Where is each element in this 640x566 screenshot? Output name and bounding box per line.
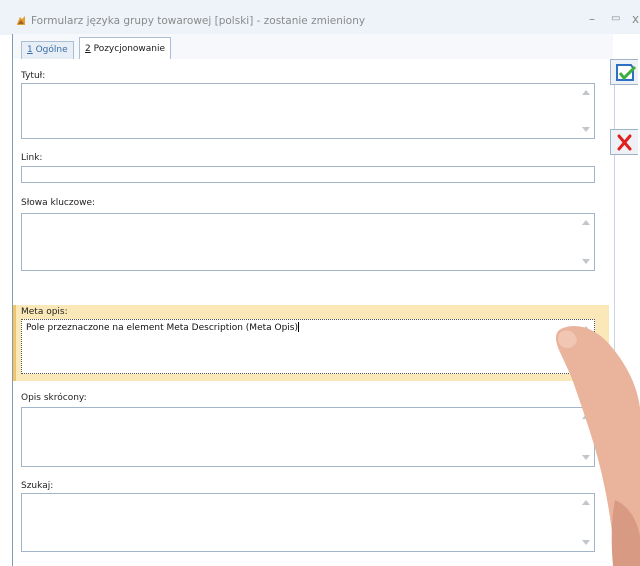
window-title: Formularz języka grupy towarowej [polski… [31, 15, 366, 27]
tab-panel-pozycjonowanie: Tytuł: Link: Słowa kluczowe: Meta opis: … [13, 59, 615, 566]
scroll-up-icon[interactable] [582, 220, 590, 225]
text-caret [298, 322, 300, 332]
cancel-button[interactable] [610, 129, 638, 155]
szukaj-textarea[interactable] [21, 493, 595, 552]
meta-opis-value: Pole przeznaczone na element Meta Descri… [26, 323, 299, 333]
slowa-kluczowe-label: Słowa kluczowe: [21, 198, 96, 208]
link-input[interactable] [21, 166, 595, 183]
tab-pozycjonowanie[interactable]: 2 Pozycjonowanie [79, 37, 172, 60]
maximize-button[interactable]: ▭ [611, 12, 620, 26]
save-check-icon [616, 64, 637, 81]
tab-ogolne[interactable]: 1 Ogólne [21, 41, 74, 59]
title-bar: Formularz języka grupy towarowej [polski… [0, 0, 640, 35]
tab-bar: 1 Ogólne 2 Pozycjonowanie [13, 34, 613, 60]
save-button[interactable] [610, 59, 638, 85]
app-icon [17, 16, 25, 25]
meta-opis-textarea[interactable]: Pole przeznaczone na element Meta Descri… [21, 319, 595, 374]
opis-skrocony-label: Opis skrócony: [21, 393, 87, 403]
tytul-label: Tytuł: [21, 71, 46, 81]
meta-opis-label: Meta opis: [21, 307, 68, 317]
pointing-finger-image [555, 325, 640, 566]
slowa-kluczowe-textarea[interactable] [21, 213, 595, 271]
tytul-textarea[interactable] [21, 83, 595, 139]
link-label: Link: [21, 153, 43, 163]
red-x-icon [617, 134, 632, 151]
meta-opis-highlight-edge [13, 305, 16, 381]
scroll-up-icon[interactable] [582, 90, 590, 95]
szukaj-label: Szukaj: [21, 481, 54, 491]
scroll-down-icon[interactable] [582, 127, 590, 132]
scroll-down-icon[interactable] [582, 259, 590, 264]
opis-skrocony-textarea[interactable] [21, 407, 595, 467]
close-button[interactable]: x [632, 12, 639, 26]
minimize-button[interactable]: – [589, 12, 595, 26]
